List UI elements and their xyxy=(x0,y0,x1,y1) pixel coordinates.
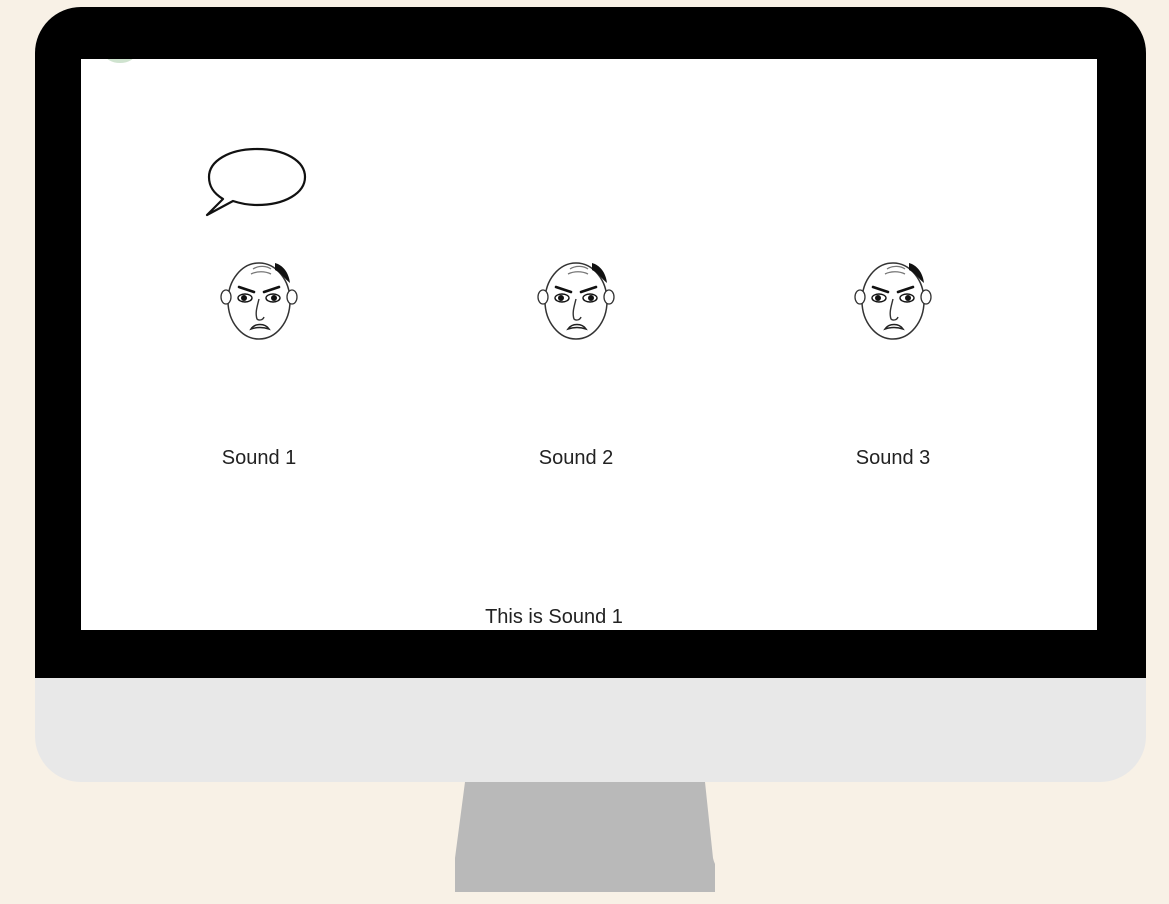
monitor-frame: Sound 1 Sound 2 Sound 3 This is Sound 1 xyxy=(35,7,1146,782)
sound-1-label: Sound 1 xyxy=(221,447,297,469)
status-caption: This is Sound 1 xyxy=(485,606,623,628)
sound-2-button[interactable]: Sound 2 xyxy=(516,253,636,483)
angry-face-icon xyxy=(220,262,298,340)
angry-face-icon xyxy=(854,262,932,340)
app-screen: Sound 1 Sound 2 Sound 3 This is Sound 1 xyxy=(81,59,1097,630)
sound-1-button[interactable]: Sound 1 xyxy=(199,253,319,483)
sound-2-label: Sound 2 xyxy=(538,447,614,469)
sound-3-button[interactable]: Sound 3 xyxy=(833,253,953,483)
angry-face-icon xyxy=(537,262,615,340)
corner-decoration xyxy=(105,59,135,63)
sound-3-label: Sound 3 xyxy=(855,447,931,469)
monitor-stand xyxy=(455,782,715,892)
monitor-bezel: Sound 1 Sound 2 Sound 3 This is Sound 1 xyxy=(35,7,1146,678)
speech-bubble-icon xyxy=(205,147,307,217)
